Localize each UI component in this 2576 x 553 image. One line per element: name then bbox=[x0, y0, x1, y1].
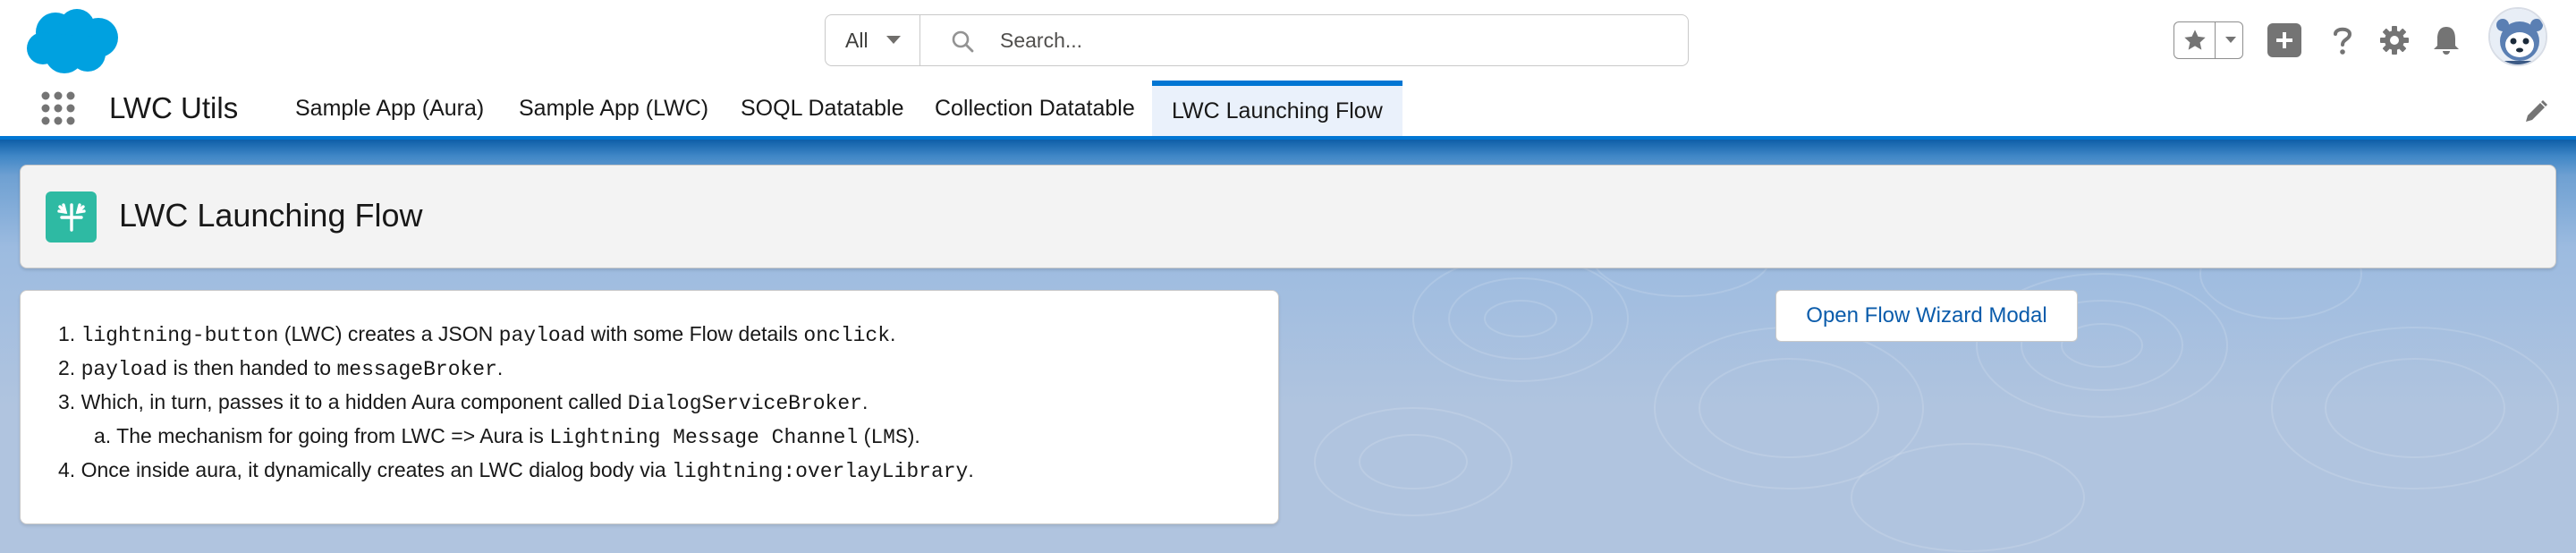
code-overlay-library: lightning:overlayLibrary bbox=[672, 460, 969, 483]
step-text: ). bbox=[907, 424, 920, 447]
global-search: All bbox=[825, 14, 1689, 66]
list-item: 1. lightning-button (LWC) creates a JSON… bbox=[58, 318, 974, 352]
tab-sample-app-aura[interactable]: Sample App (Aura) bbox=[275, 81, 504, 136]
tab-label: Sample App (Aura) bbox=[295, 95, 485, 121]
app-launcher-icon[interactable] bbox=[39, 89, 77, 127]
open-flow-wizard-modal-button[interactable]: Open Flow Wizard Modal bbox=[1775, 290, 2078, 342]
tab-soql-datatable[interactable]: SOQL Datatable bbox=[721, 81, 924, 136]
list-item: 2. payload is then handed to messageBrok… bbox=[58, 352, 974, 386]
code-lightning-message-channel: Lightning Message Channel bbox=[549, 426, 859, 449]
list-item: a. The mechanism for going from LWC => A… bbox=[58, 420, 974, 454]
notification-bell-icon[interactable] bbox=[2428, 21, 2465, 59]
instructions-list: 1. lightning-button (LWC) creates a JSON… bbox=[58, 318, 974, 488]
page-title: LWC Launching Flow bbox=[119, 197, 423, 234]
tab-label: LWC Launching Flow bbox=[1172, 98, 1383, 123]
gear-icon[interactable] bbox=[2376, 21, 2413, 59]
code-payload: payload bbox=[498, 324, 586, 347]
code-message-broker: messageBroker bbox=[336, 358, 497, 381]
page-header: LWC Launching Flow bbox=[20, 165, 2556, 268]
step-text: Once inside aura, it dynamically creates… bbox=[80, 458, 673, 481]
step-text: ( bbox=[858, 424, 871, 447]
favorites-button[interactable] bbox=[2174, 21, 2243, 59]
star-icon[interactable] bbox=[2174, 22, 2216, 58]
step-number: a. bbox=[94, 424, 112, 447]
step-text: with some Flow details bbox=[585, 322, 804, 345]
step-number: 4. bbox=[58, 458, 76, 481]
code-lightning-button: lightning-button bbox=[80, 324, 279, 347]
code-onclick: onclick bbox=[803, 324, 891, 347]
list-item: 4. Once inside aura, it dynamically crea… bbox=[58, 454, 974, 488]
edit-pencil-icon[interactable] bbox=[2522, 98, 2549, 125]
help-icon[interactable] bbox=[2324, 21, 2361, 59]
tab-sample-app-lwc[interactable]: Sample App (LWC) bbox=[499, 81, 728, 136]
salesforce-logo[interactable] bbox=[23, 7, 120, 75]
global-actions-add-icon[interactable] bbox=[2267, 23, 2301, 57]
step-text: The mechanism for going from LWC => Aura… bbox=[116, 424, 550, 447]
tab-label: Sample App (LWC) bbox=[519, 95, 709, 121]
code-lms: LMS bbox=[870, 426, 908, 449]
step-number: 1. bbox=[58, 322, 76, 345]
list-item: 3. Which, in turn, passes it to a hidden… bbox=[58, 386, 974, 420]
user-avatar[interactable] bbox=[2488, 7, 2547, 66]
tab-label: Collection Datatable bbox=[935, 95, 1135, 121]
tab-collection-datatable[interactable]: Collection Datatable bbox=[915, 81, 1155, 136]
step-text: (LWC) creates a JSON bbox=[278, 322, 499, 345]
app-name: LWC Utils bbox=[109, 91, 239, 124]
step-text: . bbox=[890, 322, 896, 345]
app-navigation-bar: LWC Utils Sample App (Aura) Sample App (… bbox=[0, 81, 2576, 140]
search-scope-label: All bbox=[845, 28, 869, 52]
flow-icon bbox=[46, 191, 97, 242]
chevron-down-icon[interactable] bbox=[2219, 22, 2242, 58]
step-text: Which, in turn, passes it to a hidden Au… bbox=[80, 390, 628, 413]
step-number: 2. bbox=[58, 356, 76, 379]
step-text: is then handed to bbox=[167, 356, 337, 379]
search-icon bbox=[952, 30, 974, 53]
tab-lwc-launching-flow[interactable]: LWC Launching Flow bbox=[1152, 81, 1402, 136]
search-scope-select[interactable]: All bbox=[826, 15, 920, 65]
step-text: . bbox=[968, 458, 974, 481]
tab-label: SOQL Datatable bbox=[741, 95, 904, 121]
step-number: 3. bbox=[58, 390, 76, 413]
chevron-down-icon bbox=[886, 36, 901, 44]
step-text: . bbox=[496, 356, 504, 379]
step-text: . bbox=[861, 390, 869, 413]
code-payload: payload bbox=[80, 358, 168, 381]
code-dialog-service-broker: DialogServiceBroker bbox=[627, 392, 862, 415]
instructions-card: 1. lightning-button (LWC) creates a JSON… bbox=[20, 290, 1279, 524]
global-header: All bbox=[0, 0, 2576, 81]
search-input[interactable] bbox=[1000, 15, 1662, 65]
